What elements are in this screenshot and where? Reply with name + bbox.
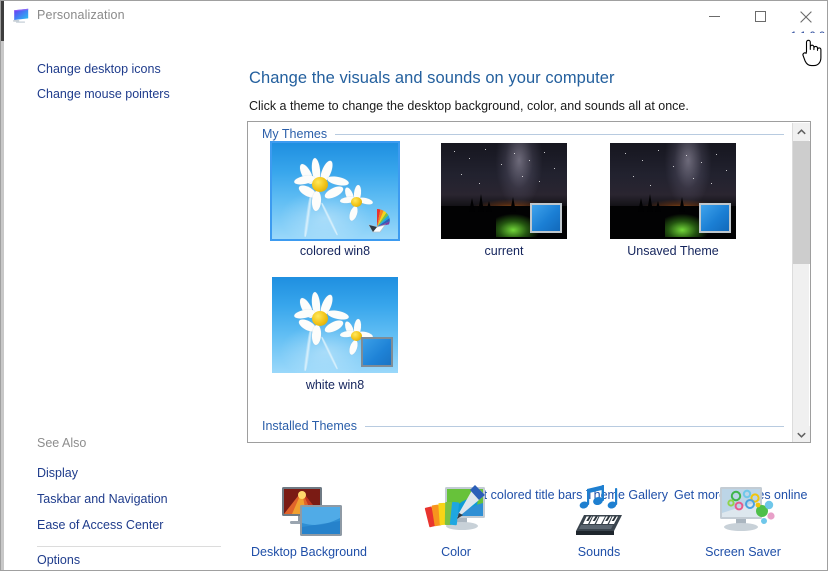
group-header-installed-themes: Installed Themes [262,419,784,433]
minimize-button[interactable] [691,1,737,32]
sounds-icon [524,481,674,543]
themes-scrollbar[interactable] [792,123,810,442]
sidebar-link-ease-of-access-center[interactable]: Ease of Access Center [37,518,163,532]
theme-links-row: Get colored title bars Theme Gallery Get… [246,451,812,503]
tool-screen-saver[interactable]: Screen Saver [668,481,818,559]
tool-label: Color [441,545,471,559]
blue-square-badge [530,203,562,233]
theme-label: current [484,244,524,258]
maximize-icon [754,11,766,22]
installed-theme-thumbnail[interactable] [441,442,567,443]
sidebar-link-display[interactable]: Display [37,466,78,480]
color-icon [381,481,531,543]
chevron-down-icon[interactable] [793,426,810,442]
tool-color[interactable]: Color [381,481,531,559]
group-header-label: My Themes [262,127,328,141]
close-button[interactable] [783,1,827,32]
theme-label: white win8 [305,378,365,392]
main-content: Change the visuals and sounds on your co… [246,33,827,570]
tool-desktop-background[interactable]: Desktop Background [234,481,384,559]
installed-theme-thumbnail[interactable] [272,442,398,443]
window-left-edge-gray [1,41,4,570]
sidebar-link-taskbar-and-navigation[interactable]: Taskbar and Navigation [37,492,168,506]
page-title: Change the visuals and sounds on your co… [249,69,615,87]
theme-label: Unsaved Theme [627,244,719,258]
sidebar-divider [37,546,221,547]
window-title: Personalization [37,8,125,22]
sidebar-link-options[interactable]: Options [37,553,80,567]
theme-item-white-win8[interactable]: white win8 [269,277,401,392]
screen-saver-icon [668,481,818,543]
display-monitor-icon [12,8,30,25]
settings-toolbar: Desktop Background Color Sounds Screen S… [246,481,827,570]
installed-theme-thumbnail[interactable] [610,442,736,443]
themes-panel: My Themes colored win8 current Unsaved T… [247,121,811,443]
theme-label: colored win8 [299,244,371,258]
minimize-icon [708,16,720,17]
close-icon [800,10,812,23]
sidebar-link-change-mouse-pointers[interactable]: Change mouse pointers [37,87,170,101]
theme-thumbnail [272,277,398,373]
tool-label: Sounds [577,545,621,559]
theme-thumbnail [270,141,400,241]
group-header-my-themes: My Themes [262,127,784,141]
group-header-rule [335,133,784,135]
group-header-label: Installed Themes [262,419,357,433]
sidebar-link-change-desktop-icons[interactable]: Change desktop icons [37,62,161,76]
title-bar: Personalization [1,1,827,33]
left-sidebar: Change desktop icons Change mouse pointe… [4,33,246,570]
theme-item-colored-win8[interactable]: colored win8 [269,141,401,258]
tool-label: Screen Saver [705,545,781,559]
personalization-window: Personalization v1.1.0.0 Change desktop … [0,0,828,571]
plain-square-badge [361,337,393,367]
blue-square-badge [699,203,731,233]
window-left-edge-dark [1,1,4,41]
theme-thumbnail [441,143,567,239]
color-fan-badge-icon [360,204,394,234]
tool-sounds[interactable]: Sounds [524,481,674,559]
tool-label: Desktop Background [250,545,368,559]
group-header-rule [364,425,784,427]
desktop-background-icon [234,481,384,543]
maximize-button[interactable] [737,1,783,32]
theme-item-unsaved-theme[interactable]: Unsaved Theme [607,143,739,258]
chevron-up-icon[interactable] [793,123,810,140]
page-subtitle: Click a theme to change the desktop back… [249,99,689,113]
see-also-heading: See Also [37,436,87,450]
themes-scroll-content: My Themes colored win8 current Unsaved T… [248,122,794,443]
scrollbar-thumb[interactable] [793,141,810,264]
theme-item-current[interactable]: current [438,143,570,258]
theme-thumbnail [610,143,736,239]
